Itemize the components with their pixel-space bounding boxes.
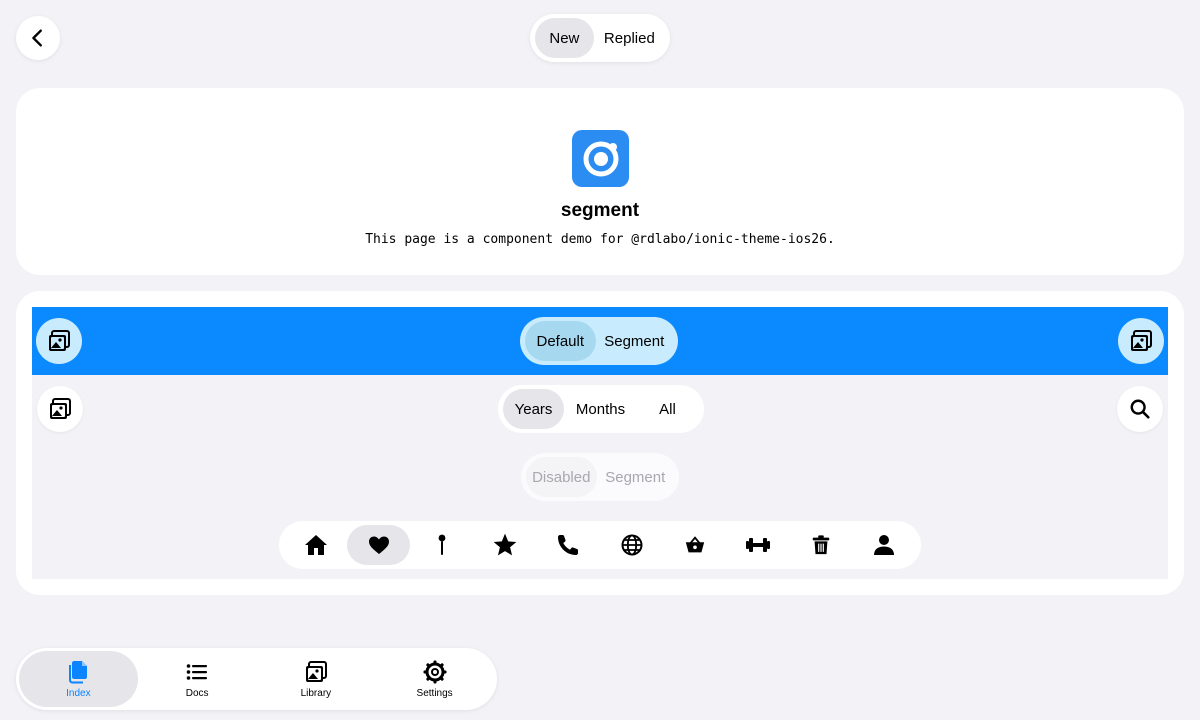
toolbar-start-button[interactable] (36, 318, 82, 364)
row-start-button[interactable] (37, 386, 83, 432)
page-title: segment (560, 200, 640, 221)
tab-bar: Index Docs Library Settings (16, 648, 497, 710)
segment-button-segment[interactable]: Segment (596, 321, 673, 361)
demo-card: Default Segment Years Months All Disable… (16, 291, 1184, 595)
globe-icon (620, 533, 644, 557)
primary-toolbar: Default Segment (32, 307, 1168, 375)
segment-button-disabled: Disabled (526, 457, 597, 497)
star-icon (492, 532, 518, 558)
tab-label-docs: Docs (185, 687, 209, 699)
new-replied-segment: New Replied (530, 14, 670, 62)
tab-label-index: Index (66, 687, 91, 699)
demo-content: Default Segment Years Months All Disable… (32, 307, 1168, 579)
chevron-left-icon (27, 27, 49, 49)
segment-button-barbell[interactable] (726, 525, 789, 565)
segment-button-star[interactable] (474, 525, 537, 565)
images-icon (302, 660, 330, 684)
segment-button-months[interactable]: Months (564, 389, 637, 429)
barbell-icon (745, 532, 771, 558)
call-icon (556, 533, 580, 557)
heart-icon (367, 533, 391, 557)
segment-button-replied[interactable]: Replied (594, 18, 665, 58)
back-button[interactable] (16, 16, 60, 60)
home-icon (304, 533, 328, 557)
person-icon (872, 533, 896, 557)
page-description: This page is a component demo for @rdlab… (365, 232, 835, 247)
segment-button-globe[interactable] (600, 525, 663, 565)
search-button[interactable] (1117, 386, 1163, 432)
trash-icon (810, 533, 832, 557)
tab-settings[interactable]: Settings (375, 651, 494, 707)
basket-icon (684, 534, 706, 556)
search-icon (1129, 398, 1151, 420)
pin-icon (430, 533, 454, 557)
segment-button-home[interactable] (284, 525, 347, 565)
segment-button-all[interactable]: All (637, 389, 698, 429)
segment-button-basket[interactable] (663, 525, 726, 565)
images-icon (47, 329, 71, 353)
segment-button-new[interactable]: New (535, 18, 594, 58)
time-range-segment: Years Months All (498, 385, 704, 433)
toolbar-end-button[interactable] (1118, 318, 1164, 364)
images-icon (48, 397, 72, 421)
tab-label-settings: Settings (416, 687, 453, 699)
ionic-logo-icon (572, 130, 629, 187)
toolbar-segment: Default Segment (520, 317, 678, 365)
intro-card: segment This page is a component demo fo… (16, 88, 1184, 275)
tab-docs[interactable]: Docs (138, 651, 257, 707)
segment-button-person[interactable] (853, 525, 916, 565)
segment-button-years[interactable]: Years (503, 389, 564, 429)
disabled-segment: Disabled Segment (521, 453, 679, 501)
cog-icon (423, 660, 447, 684)
tab-library[interactable]: Library (257, 651, 376, 707)
segment-button-trash[interactable] (790, 525, 853, 565)
segment-button-pin[interactable] (410, 525, 473, 565)
tab-label-library: Library (300, 687, 332, 699)
images-icon (1129, 329, 1153, 353)
icon-segment (279, 521, 921, 569)
list-icon (185, 660, 209, 684)
tab-index[interactable]: Index (19, 651, 138, 707)
segment-button-default[interactable]: Default (525, 321, 596, 361)
segment-button-call[interactable] (537, 525, 600, 565)
segment-button-segment-disabled: Segment (605, 468, 666, 486)
segment-button-heart[interactable] (347, 525, 411, 565)
documents-icon (66, 660, 90, 684)
